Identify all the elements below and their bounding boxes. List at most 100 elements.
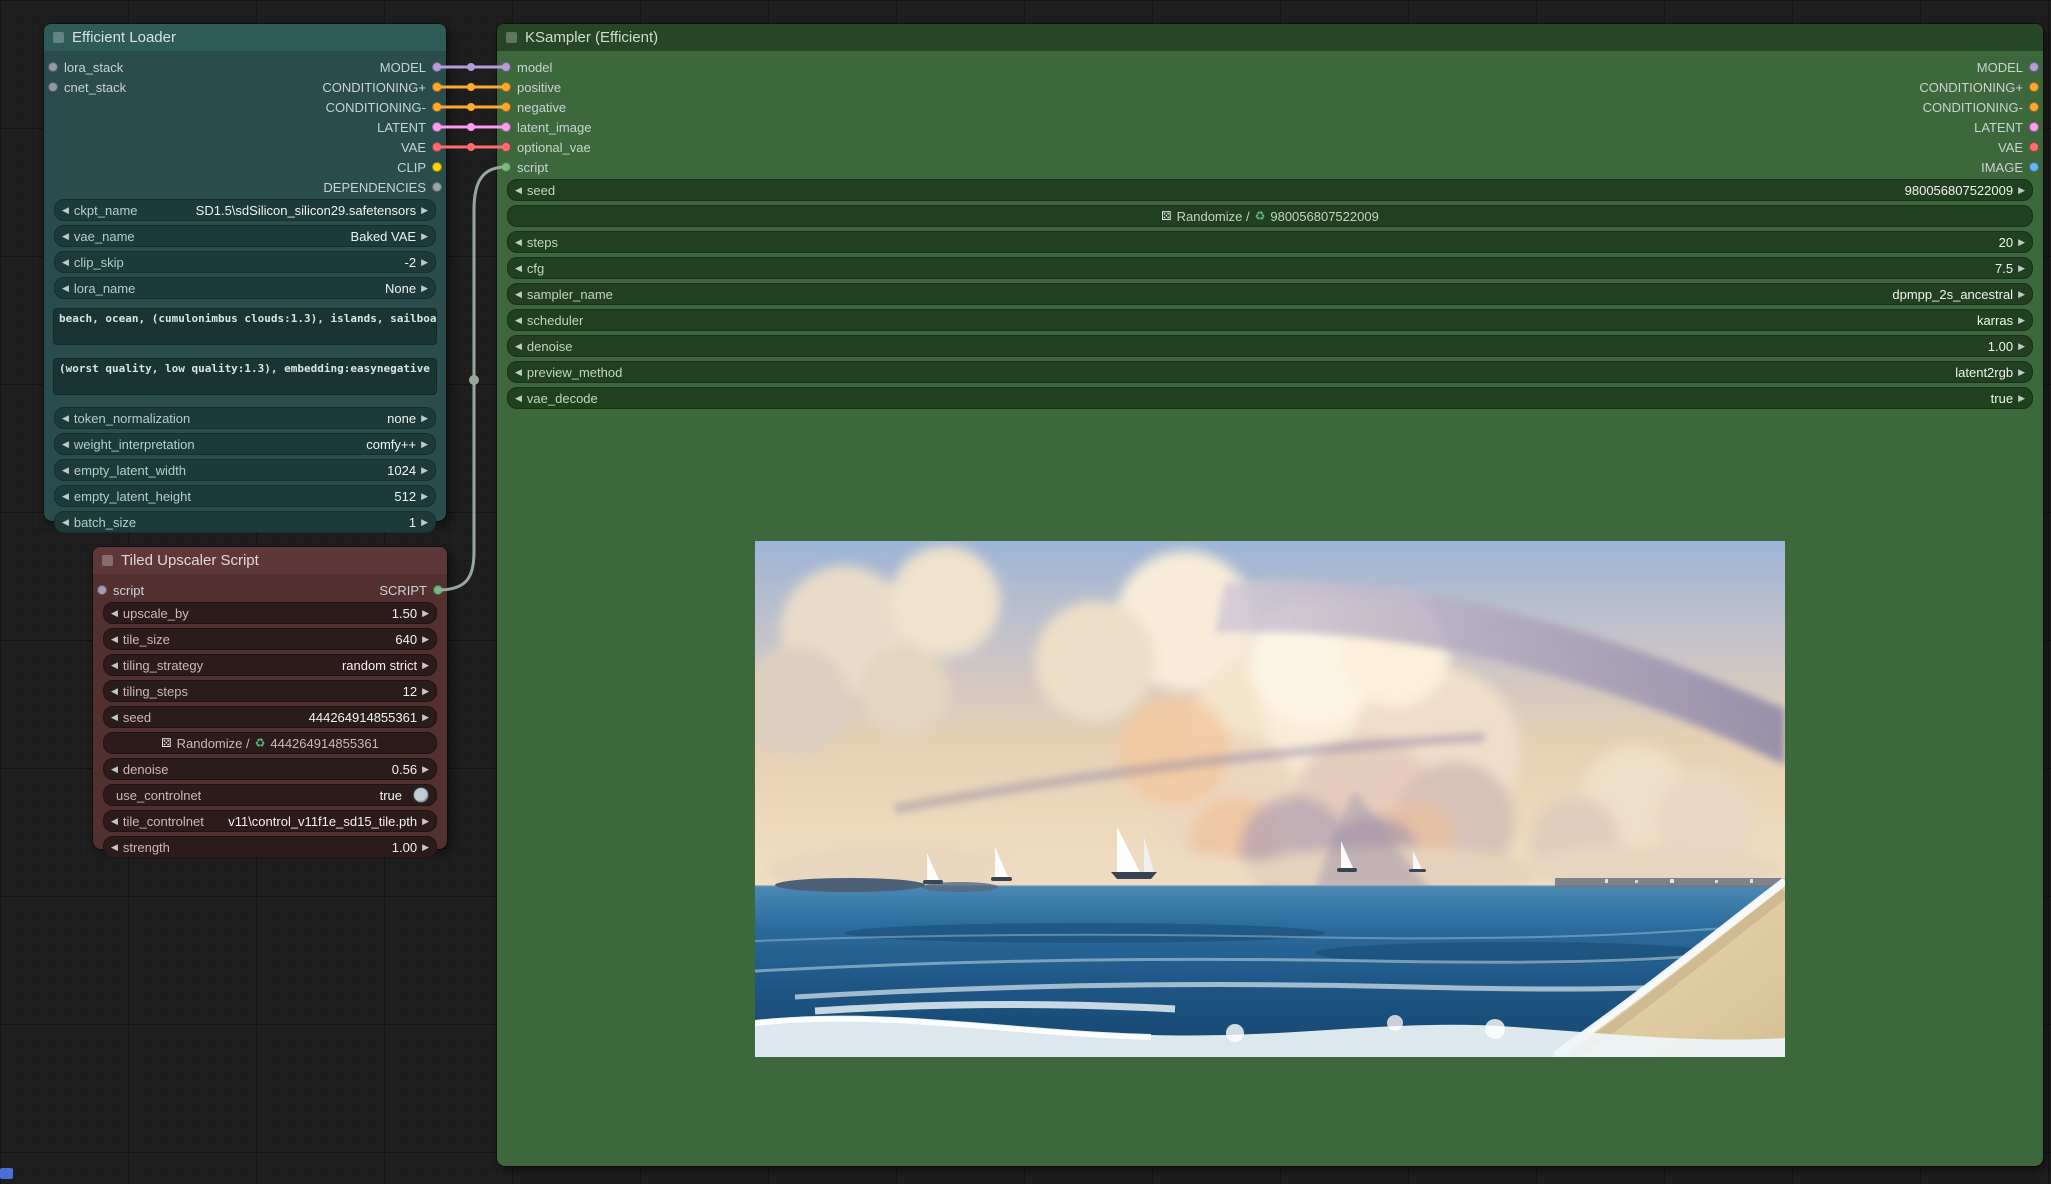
randomize-button[interactable]: ⚄ Randomize / ♻ 980056807522009 bbox=[507, 205, 2033, 227]
decrement-icon[interactable]: ◀ bbox=[111, 686, 118, 697]
link-midpoint-dot[interactable] bbox=[467, 83, 475, 91]
port-dot[interactable] bbox=[501, 142, 511, 152]
collapse-icon[interactable] bbox=[53, 32, 64, 43]
widget-weight-interpretation[interactable]: ◀ weight_interpretation comfy++ ▶ bbox=[54, 433, 436, 455]
increment-icon[interactable]: ▶ bbox=[421, 231, 428, 242]
input-port-latent-image[interactable]: latent_image bbox=[501, 117, 591, 137]
input-port-script[interactable]: script bbox=[97, 580, 144, 600]
decrement-icon[interactable]: ◀ bbox=[111, 660, 118, 671]
widget-seed[interactable]: ◀ seed 444264914855361 ▶ bbox=[103, 706, 437, 728]
widget-seed[interactable]: ◀ seed 980056807522009 ▶ bbox=[507, 179, 2033, 201]
input-port-model[interactable]: model bbox=[501, 57, 552, 77]
increment-icon[interactable]: ▶ bbox=[422, 634, 429, 645]
widget-denoise[interactable]: ◀ denoise 1.00 ▶ bbox=[507, 335, 2033, 357]
output-port-dependencies[interactable]: DEPENDENCIES bbox=[323, 177, 442, 197]
positive-prompt-textarea[interactable]: beach, ocean, (cumulonimbus clouds:1.3),… bbox=[53, 308, 437, 345]
widget-tile-controlnet[interactable]: ◀ tile_controlnet v11\control_v11f1e_sd1… bbox=[103, 810, 437, 832]
port-dot[interactable] bbox=[2029, 62, 2039, 72]
output-port-model[interactable]: MODEL bbox=[1977, 57, 2039, 77]
increment-icon[interactable]: ▶ bbox=[422, 842, 429, 853]
input-port-script[interactable]: script bbox=[501, 157, 548, 177]
node-ksampler-efficient[interactable]: KSampler (Efficient) model positive nega… bbox=[497, 24, 2043, 1166]
port-dot[interactable] bbox=[2029, 122, 2039, 132]
output-port-vae[interactable]: VAE bbox=[1998, 137, 2039, 157]
decrement-icon[interactable]: ◀ bbox=[515, 185, 522, 196]
increment-icon[interactable]: ▶ bbox=[421, 465, 428, 476]
output-port-script[interactable]: SCRIPT bbox=[379, 580, 443, 600]
widget-preview-method[interactable]: ◀ preview_method latent2rgb ▶ bbox=[507, 361, 2033, 383]
output-port-model[interactable]: MODEL bbox=[380, 57, 442, 77]
output-port-conditioning-plus[interactable]: CONDITIONING+ bbox=[322, 77, 442, 97]
port-dot[interactable] bbox=[2029, 162, 2039, 172]
decrement-icon[interactable]: ◀ bbox=[62, 283, 69, 294]
negative-prompt-textarea[interactable]: (worst quality, low quality:1.3), embedd… bbox=[53, 358, 437, 395]
increment-icon[interactable]: ▶ bbox=[422, 608, 429, 619]
widget-clip-skip[interactable]: ◀ clip_skip -2 ▶ bbox=[54, 251, 436, 273]
port-dot[interactable] bbox=[501, 162, 511, 172]
decrement-icon[interactable]: ◀ bbox=[111, 634, 118, 645]
widget-batch-size[interactable]: ◀ batch_size 1 ▶ bbox=[54, 511, 436, 533]
decrement-icon[interactable]: ◀ bbox=[111, 816, 118, 827]
increment-icon[interactable]: ▶ bbox=[2018, 341, 2025, 352]
increment-icon[interactable]: ▶ bbox=[2018, 237, 2025, 248]
node-graph-canvas[interactable]: Efficient Loader lora_stack cnet_stack M… bbox=[0, 0, 2051, 1184]
widget-use-controlnet[interactable]: use_controlnet true bbox=[103, 784, 437, 806]
widget-sampler-name[interactable]: ◀ sampler_name dpmpp_2s_ancestral ▶ bbox=[507, 283, 2033, 305]
increment-icon[interactable]: ▶ bbox=[421, 491, 428, 502]
node-efficient-loader[interactable]: Efficient Loader lora_stack cnet_stack M… bbox=[44, 24, 446, 521]
port-dot[interactable] bbox=[501, 62, 511, 72]
decrement-icon[interactable]: ◀ bbox=[62, 205, 69, 216]
decrement-icon[interactable]: ◀ bbox=[62, 517, 69, 528]
widget-strength[interactable]: ◀ strength 1.00 ▶ bbox=[103, 836, 437, 858]
port-dot[interactable] bbox=[501, 102, 511, 112]
widget-tile-size[interactable]: ◀ tile_size 640 ▶ bbox=[103, 628, 437, 650]
widget-vae-decode[interactable]: ◀ vae_decode true ▶ bbox=[507, 387, 2033, 409]
increment-icon[interactable]: ▶ bbox=[2018, 289, 2025, 300]
decrement-icon[interactable]: ◀ bbox=[62, 465, 69, 476]
widget-steps[interactable]: ◀ steps 20 ▶ bbox=[507, 231, 2033, 253]
input-port-negative[interactable]: negative bbox=[501, 97, 566, 117]
collapse-icon[interactable] bbox=[506, 32, 517, 43]
decrement-icon[interactable]: ◀ bbox=[515, 367, 522, 378]
widget-scheduler[interactable]: ◀ scheduler karras ▶ bbox=[507, 309, 2033, 331]
node-tiled-upscaler-script[interactable]: Tiled Upscaler Script script SCRIPT ◀ up… bbox=[93, 547, 447, 849]
decrement-icon[interactable]: ◀ bbox=[62, 231, 69, 242]
increment-icon[interactable]: ▶ bbox=[421, 283, 428, 294]
decrement-icon[interactable]: ◀ bbox=[515, 393, 522, 404]
decrement-icon[interactable]: ◀ bbox=[515, 237, 522, 248]
collapse-icon[interactable] bbox=[102, 555, 113, 566]
increment-icon[interactable]: ▶ bbox=[421, 439, 428, 450]
increment-icon[interactable]: ▶ bbox=[422, 764, 429, 775]
link-midpoint-dot[interactable] bbox=[467, 123, 475, 131]
port-dot[interactable] bbox=[48, 62, 58, 72]
node-header[interactable]: Efficient Loader bbox=[44, 24, 446, 51]
widget-ckpt-name[interactable]: ◀ ckpt_name SD1.5\sdSilicon_silicon29.sa… bbox=[54, 199, 436, 221]
port-dot[interactable] bbox=[432, 102, 442, 112]
decrement-icon[interactable]: ◀ bbox=[111, 764, 118, 775]
output-port-conditioning-plus[interactable]: CONDITIONING+ bbox=[1919, 77, 2039, 97]
link-midpoint-dot[interactable] bbox=[467, 103, 475, 111]
increment-icon[interactable]: ▶ bbox=[421, 205, 428, 216]
increment-icon[interactable]: ▶ bbox=[422, 816, 429, 827]
output-port-image[interactable]: IMAGE bbox=[1981, 157, 2039, 177]
port-dot[interactable] bbox=[2029, 142, 2039, 152]
increment-icon[interactable]: ▶ bbox=[422, 712, 429, 723]
decrement-icon[interactable]: ◀ bbox=[111, 842, 118, 853]
widget-tiling-strategy[interactable]: ◀ tiling_strategy random strict ▶ bbox=[103, 654, 437, 676]
input-port-lora-stack[interactable]: lora_stack bbox=[48, 57, 123, 77]
widget-cfg[interactable]: ◀ cfg 7.5 ▶ bbox=[507, 257, 2033, 279]
decrement-icon[interactable]: ◀ bbox=[62, 439, 69, 450]
increment-icon[interactable]: ▶ bbox=[421, 257, 428, 268]
link-midpoint-dot[interactable] bbox=[467, 63, 475, 71]
port-dot[interactable] bbox=[97, 585, 107, 595]
offscreen-node-fragment[interactable] bbox=[0, 1168, 13, 1179]
node-header[interactable]: KSampler (Efficient) bbox=[497, 24, 2043, 51]
node-header[interactable]: Tiled Upscaler Script bbox=[93, 547, 447, 574]
decrement-icon[interactable]: ◀ bbox=[111, 608, 118, 619]
decrement-icon[interactable]: ◀ bbox=[62, 491, 69, 502]
increment-icon[interactable]: ▶ bbox=[421, 413, 428, 424]
widget-token-normalization[interactable]: ◀ token_normalization none ▶ bbox=[54, 407, 436, 429]
increment-icon[interactable]: ▶ bbox=[422, 686, 429, 697]
input-port-cnet-stack[interactable]: cnet_stack bbox=[48, 77, 126, 97]
widget-upscale-by[interactable]: ◀ upscale_by 1.50 ▶ bbox=[103, 602, 437, 624]
